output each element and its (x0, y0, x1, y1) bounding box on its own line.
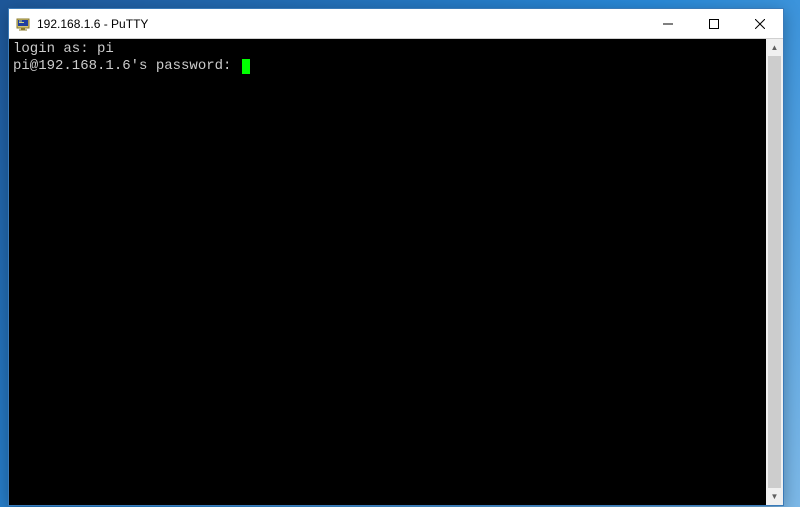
minimize-button[interactable] (645, 9, 691, 38)
vertical-scrollbar[interactable]: ▲ ▼ (766, 39, 783, 505)
titlebar-left: 192.168.1.6 - PuTTY (9, 16, 645, 32)
password-line: pi@192.168.1.6's password: (13, 58, 762, 75)
terminal[interactable]: login as: pi pi@192.168.1.6's password: (9, 39, 766, 505)
titlebar-controls (645, 9, 783, 38)
putty-icon (15, 16, 31, 32)
window-title: 192.168.1.6 - PuTTY (37, 17, 148, 31)
putty-window: 192.168.1.6 - PuTTY login as: pi pi@192.… (8, 8, 784, 506)
login-prompt: login as: (13, 41, 97, 58)
titlebar[interactable]: 192.168.1.6 - PuTTY (9, 9, 783, 39)
maximize-button[interactable] (691, 9, 737, 38)
close-button[interactable] (737, 9, 783, 38)
login-line: login as: pi (13, 41, 762, 58)
scroll-track[interactable] (766, 56, 783, 488)
password-prompt: pi@192.168.1.6's password: (13, 58, 240, 75)
login-value: pi (97, 41, 114, 58)
scroll-thumb[interactable] (768, 56, 781, 488)
scroll-down-button[interactable]: ▼ (766, 488, 783, 505)
scroll-up-button[interactable]: ▲ (766, 39, 783, 56)
cursor-icon (242, 59, 250, 74)
client-area: login as: pi pi@192.168.1.6's password: … (9, 39, 783, 505)
chevron-down-icon: ▼ (771, 493, 779, 501)
chevron-up-icon: ▲ (771, 44, 779, 52)
